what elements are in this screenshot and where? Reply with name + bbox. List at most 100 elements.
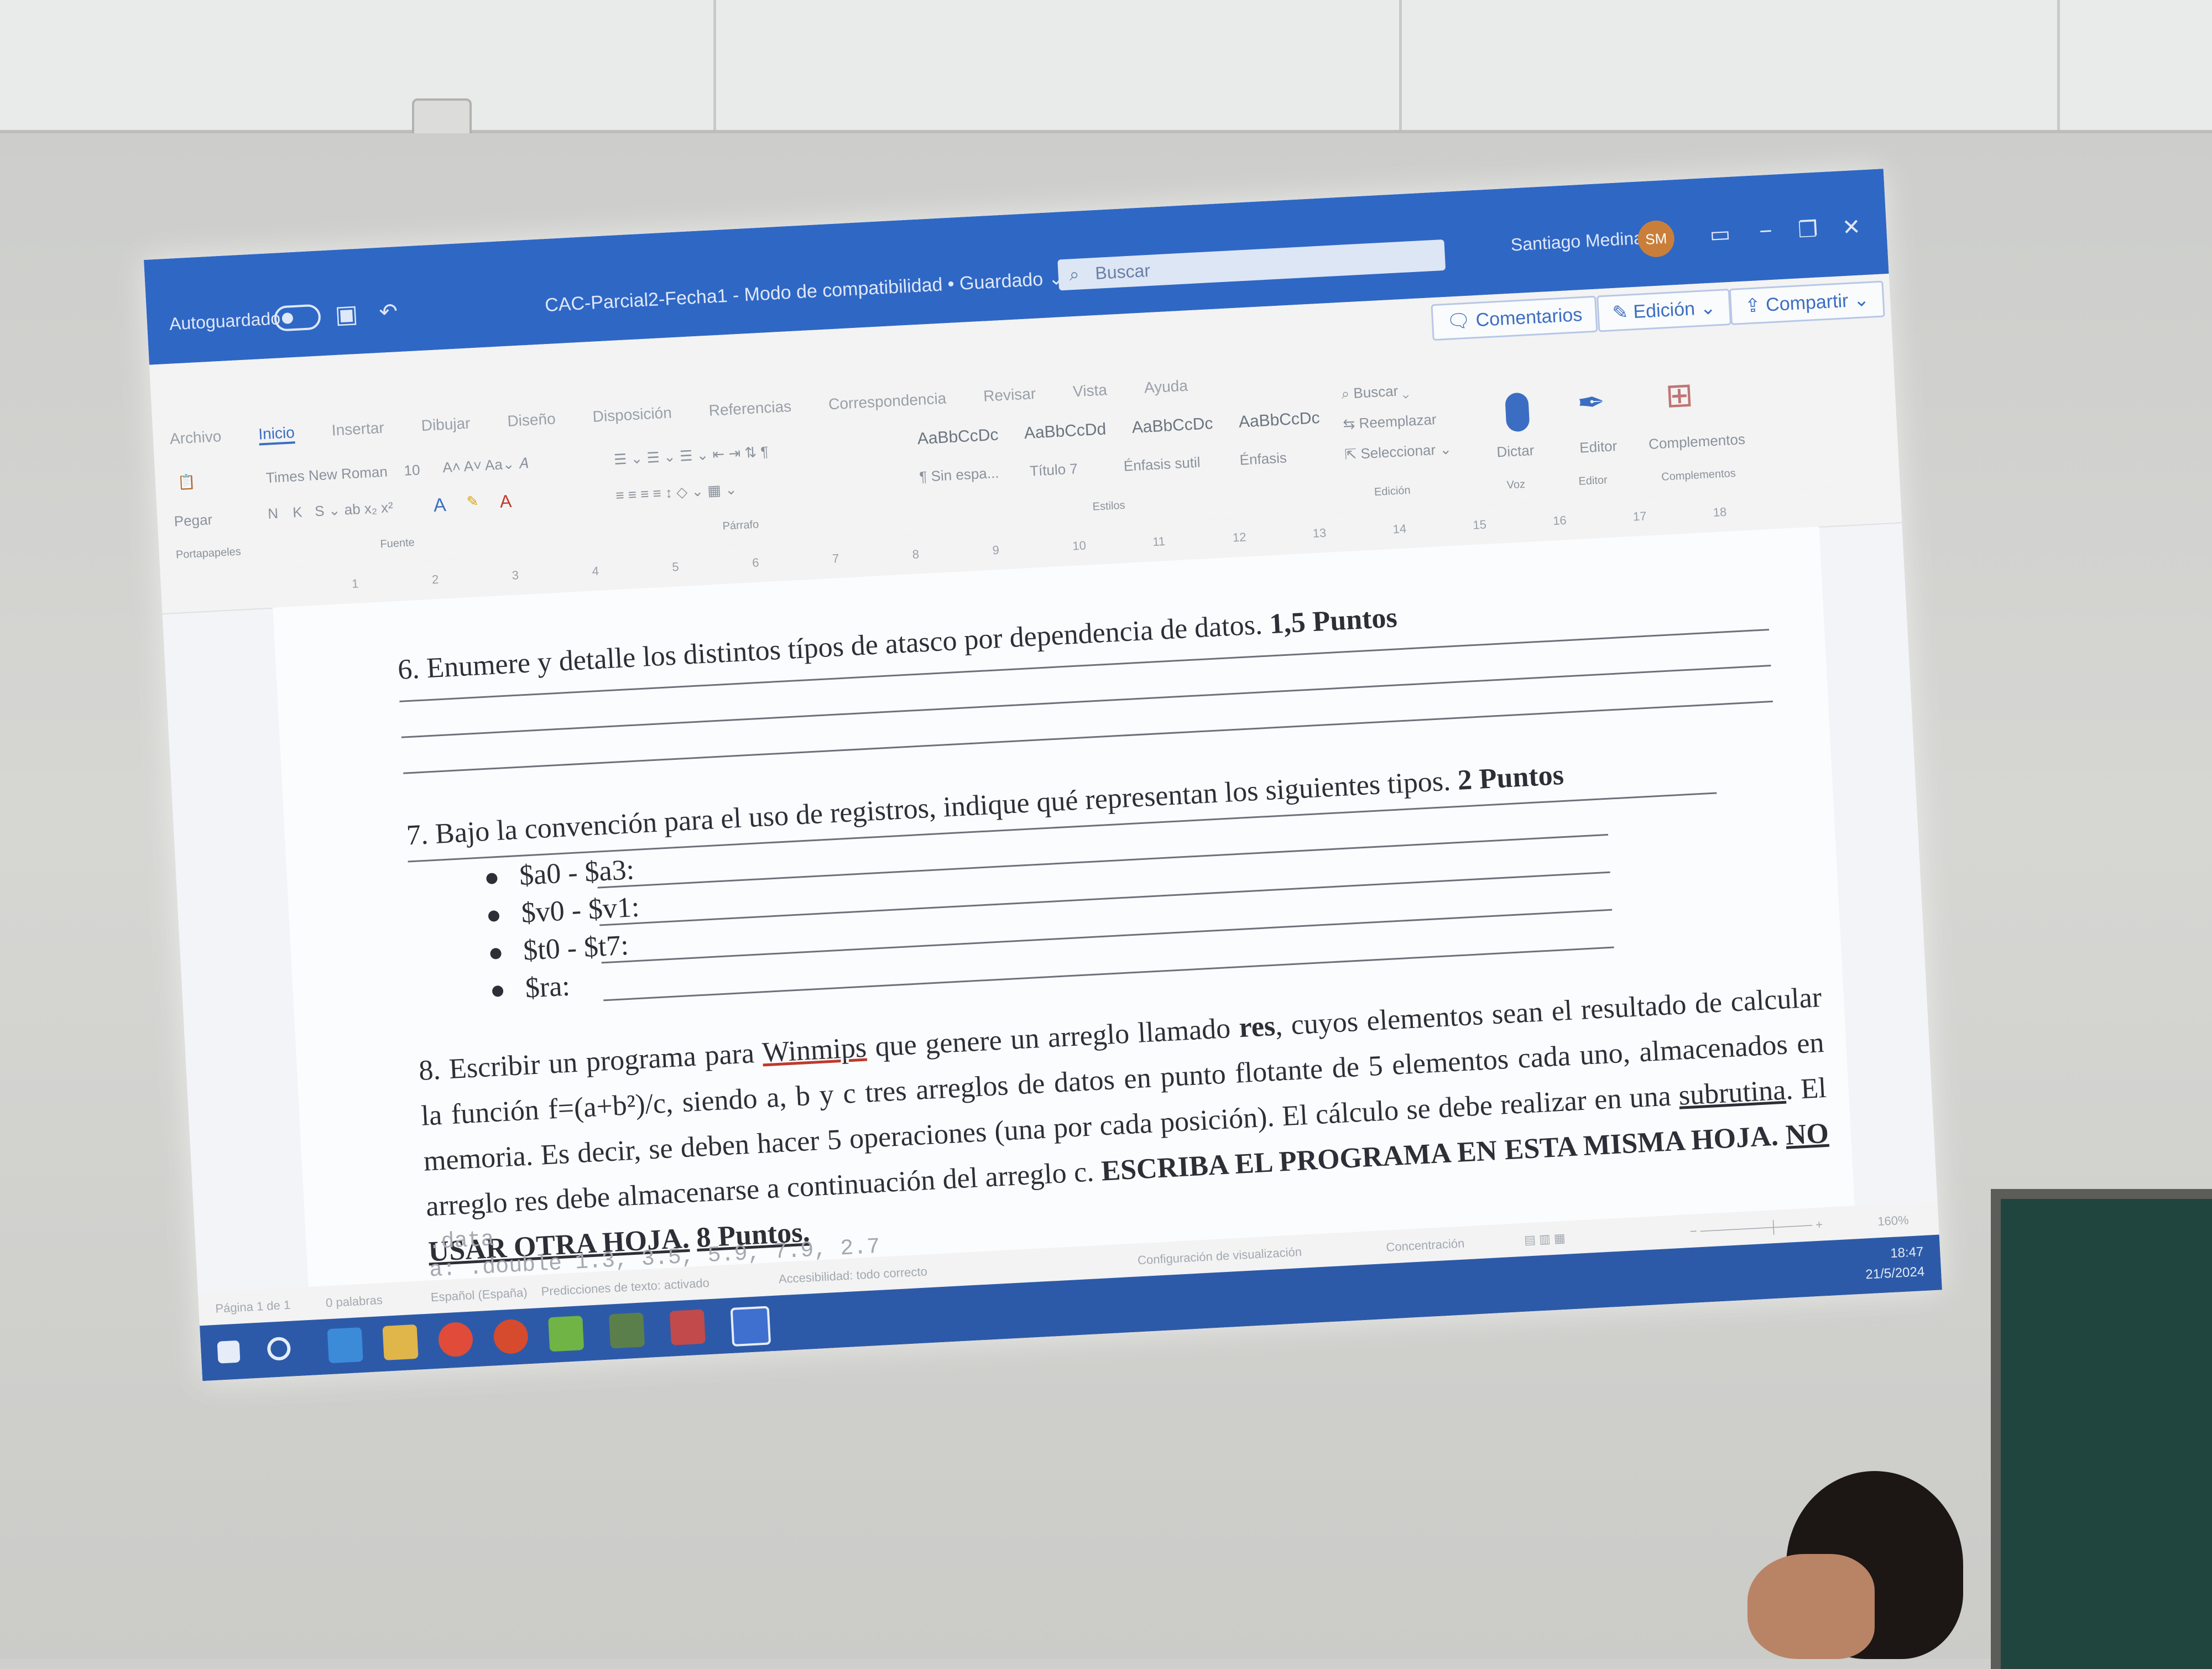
answer-line [401, 665, 1771, 738]
clock-time: 18:47 [1890, 1244, 1924, 1261]
ribbon-display-icon[interactable]: ▭ [1709, 221, 1731, 248]
accessibility-status[interactable]: Accesibilidad: todo correcto [778, 1264, 927, 1286]
editing-mode-button[interactable]: ✎ Edición ⌄ [1596, 288, 1732, 332]
comments-button[interactable]: 🗨 Comentarios [1431, 295, 1598, 341]
app-icon[interactable] [548, 1316, 585, 1352]
paste-label[interactable]: Pegar [174, 511, 213, 530]
ruler-tick: 2 [431, 572, 439, 587]
windows-start-icon[interactable] [217, 1340, 241, 1364]
chrome-icon[interactable] [493, 1318, 529, 1355]
display-settings[interactable]: Configuración de visualización [1137, 1245, 1302, 1268]
ruler-tick: 18 [1713, 504, 1727, 520]
group-label: Complementos [1661, 467, 1736, 483]
winmips-word: Winmips [761, 1031, 868, 1069]
group-label: Estilos [1092, 499, 1126, 513]
question-7-points: 2 Puntos [1457, 759, 1565, 796]
tab-disposicion[interactable]: Disposición [592, 404, 672, 425]
tab-vista[interactable]: Vista [1072, 381, 1107, 400]
chalkboard [1991, 1189, 2212, 1669]
share-label: Compartir [1765, 290, 1849, 316]
focus-mode[interactable]: Concentración [1386, 1236, 1465, 1254]
style-preview[interactable]: AaBbCcDd [1024, 420, 1107, 442]
ruler-tick: 16 [1552, 513, 1567, 528]
person-face [1747, 1554, 1875, 1659]
document-page[interactable]: 6. Enumere y detalle los distintos típos… [273, 526, 1855, 1287]
close-icon[interactable]: ✕ [1841, 214, 1861, 241]
minimize-icon[interactable]: − [1759, 219, 1773, 244]
select-button[interactable]: ⇱ Seleccionar ⌄ [1344, 441, 1452, 463]
replace-label: Reemplazar [1358, 411, 1437, 432]
tab-inicio[interactable]: Inicio [258, 424, 295, 446]
microphone-icon[interactable] [1505, 392, 1530, 432]
share-button[interactable]: ⇪ Compartir ⌄ [1729, 280, 1885, 325]
tab-insertar[interactable]: Insertar [331, 419, 384, 440]
avatar[interactable]: SM [1637, 220, 1676, 258]
search-icon[interactable] [267, 1336, 291, 1361]
style-preview[interactable]: AaBbCcDc [1238, 409, 1320, 431]
find-label: Buscar [1353, 382, 1399, 401]
addins-label[interactable]: Complementos [1648, 431, 1745, 453]
text-effects-icon[interactable]: A [433, 494, 447, 517]
find-button[interactable]: ⌕ Buscar ⌄ [1341, 382, 1410, 403]
style-preview[interactable]: AaBbCcDc [917, 426, 999, 448]
font-name-select[interactable]: Times New Roman [265, 463, 388, 486]
tab-dibujar[interactable]: Dibujar [421, 415, 471, 435]
editor-label[interactable]: Editor [1579, 437, 1618, 457]
tab-referencias[interactable]: Referencias [708, 398, 792, 420]
edge-icon[interactable] [327, 1327, 363, 1364]
tab-ayuda[interactable]: Ayuda [1144, 377, 1188, 397]
addins-icon[interactable]: ⊞ [1665, 375, 1694, 416]
style-name: Título 7 [1029, 460, 1078, 479]
comments-label: Comentarios [1475, 304, 1583, 331]
ruler-tick: 17 [1632, 509, 1647, 524]
word-count[interactable]: 0 palabras [325, 1293, 383, 1310]
style-preview[interactable]: AaBbCcDc [1131, 414, 1213, 437]
page-count[interactable]: Página 1 de 1 [215, 1298, 291, 1316]
bullets-icon[interactable]: ☰ ⌄ ☰ ⌄ ☰ ⌄ ⇤ ⇥ ⇅ ¶ [613, 443, 769, 468]
tab-diseno[interactable]: Diseño [507, 410, 556, 430]
font-color-icon[interactable]: A [499, 491, 512, 512]
search-box[interactable]: ⌕ Buscar [1057, 239, 1446, 291]
style-name: Énfasis [1239, 449, 1287, 468]
app-icon[interactable] [669, 1309, 706, 1345]
ceiling [0, 0, 2212, 133]
align-icon[interactable]: ≡ ≡ ≡ ≡ ↕ ◇ ⌄ ▦ ⌄ [615, 481, 738, 504]
paste-icon[interactable]: 📋 [177, 473, 196, 492]
highlight-icon[interactable]: ✎ [466, 493, 479, 510]
ruler-tick: 9 [992, 543, 1000, 557]
ceiling-seam [713, 0, 716, 130]
ruler-tick: 3 [512, 568, 519, 582]
editor-icon[interactable]: ✒ [1576, 383, 1606, 423]
file-explorer-icon[interactable] [382, 1324, 419, 1360]
bold-icon[interactable]: N [268, 505, 279, 523]
question-6: 6. Enumere y detalle los distintos típos… [397, 601, 1398, 686]
replace-button[interactable]: ⇆ Reemplazar [1343, 411, 1437, 433]
user-name: Santiago Medina [1510, 228, 1644, 255]
document-title: CAC-Parcial2-Fecha1 - Modo de compatibil… [544, 267, 1065, 316]
styles-gallery[interactable]: AaBbCcDc AaBbCcDd AaBbCcDc AaBbCcDc [917, 408, 1342, 448]
text-predictions[interactable]: Predicciones de texto: activado [541, 1276, 709, 1299]
underline-icon[interactable]: S ⌄ ab x₂ x² [314, 499, 393, 520]
undo-icon[interactable]: ↶ [378, 299, 398, 325]
dictate-label[interactable]: Dictar [1496, 442, 1535, 461]
tab-archivo[interactable]: Archivo [169, 427, 222, 448]
app-icon[interactable] [608, 1312, 645, 1349]
chrome-icon[interactable] [437, 1321, 474, 1358]
zoom-slider[interactable]: − ────────┼──── + [1689, 1218, 1823, 1239]
tab-correspondencia[interactable]: Correspondencia [828, 389, 947, 413]
word-icon[interactable] [730, 1306, 771, 1347]
italic-icon[interactable]: K [292, 504, 302, 521]
language[interactable]: Español (España) [430, 1285, 528, 1305]
question-8-part1: que genere un arreglo llamado [874, 1013, 1232, 1063]
clock[interactable]: 18:47 21/5/2024 [1864, 1242, 1925, 1285]
group-label: Párrafo [722, 518, 759, 533]
grow-font-icon[interactable]: A˄ A˅ Aa⌄ 𝐴 [442, 455, 529, 477]
save-icon[interactable]: ▣ [334, 300, 358, 329]
autosave-toggle[interactable] [273, 304, 322, 332]
restore-icon[interactable]: ❐ [1797, 217, 1818, 243]
tab-revisar[interactable]: Revisar [983, 385, 1036, 405]
projected-word-window: Autoguardado ▣ ↶ CAC-Parcial2-Fecha1 - M… [144, 169, 1942, 1381]
view-mode-icons[interactable]: ▤ ▥ ▦ [1524, 1231, 1566, 1248]
font-size-select[interactable]: 10 [404, 461, 421, 479]
zoom-level[interactable]: 160% [1877, 1213, 1910, 1229]
